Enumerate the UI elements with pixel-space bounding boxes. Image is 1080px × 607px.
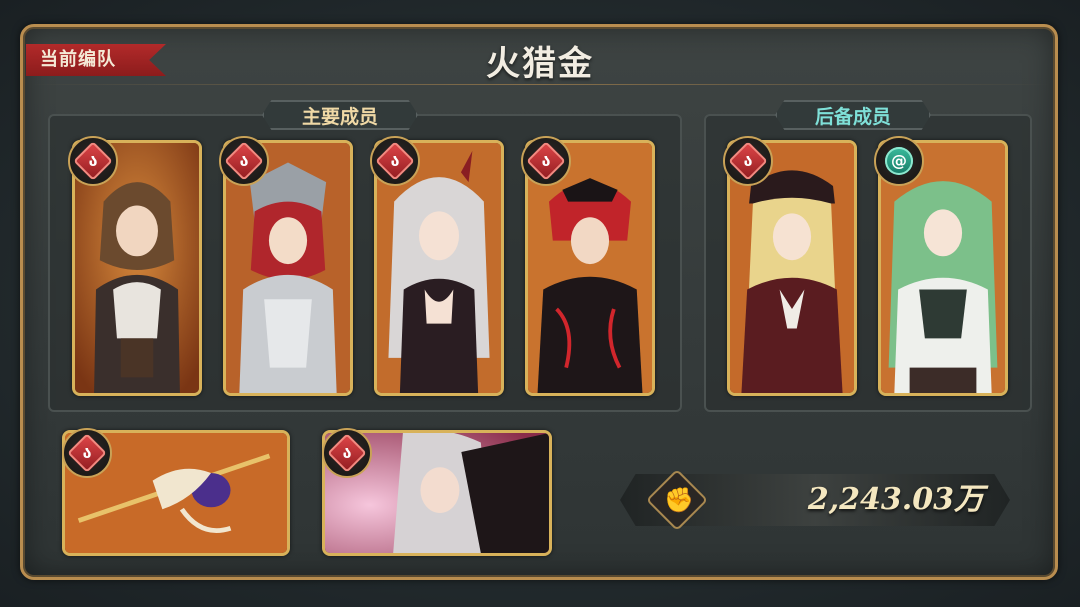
fire-element-icon: ა: [723, 136, 773, 186]
team-power-value: 2,243.03万: [807, 482, 984, 517]
main-members-label: 主要成员: [262, 100, 418, 130]
fire-element-icon: ა: [322, 428, 372, 478]
title-divider: [30, 84, 1050, 85]
fire-element-icon: ა: [219, 136, 269, 186]
fire-element-icon: ა: [521, 136, 571, 186]
fire-element-icon: ა: [68, 136, 118, 186]
fire-element-icon: ა: [370, 136, 420, 186]
team-name-title[interactable]: 火猎金: [0, 36, 1080, 85]
fist-icon: ✊: [664, 486, 694, 514]
wind-element-icon: @: [874, 136, 924, 186]
fire-element-icon: ა: [62, 428, 112, 478]
backup-members-label: 后备成员: [775, 100, 931, 130]
